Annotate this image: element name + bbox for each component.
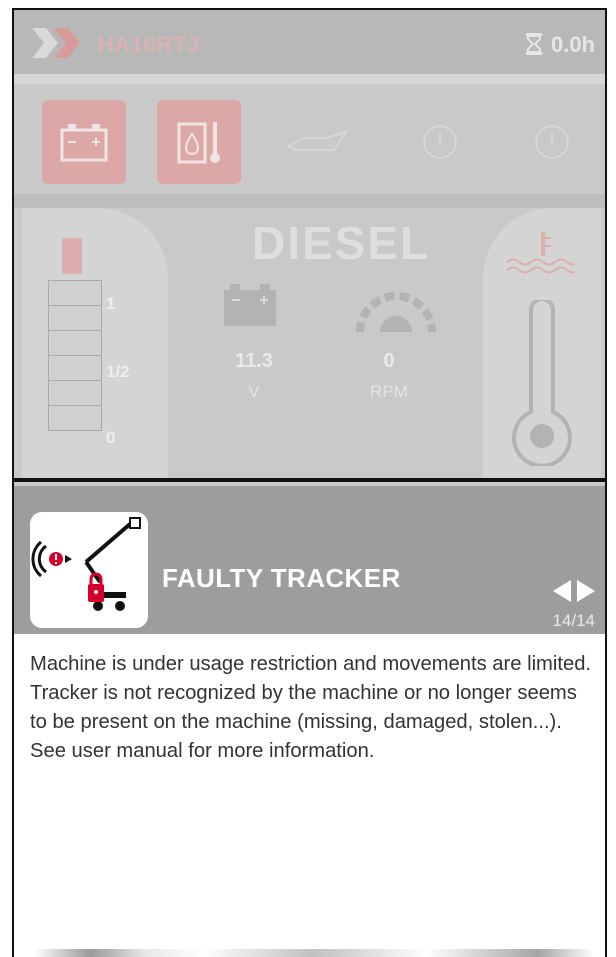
top-bar: HA16RTJ 0.0h xyxy=(14,10,605,74)
alert-message: Machine is under usage restriction and m… xyxy=(30,653,592,762)
fuel-gauge xyxy=(48,280,102,442)
brake-warning-indicator xyxy=(398,100,482,184)
alert-pager: 14/14 xyxy=(525,580,595,631)
indicator-divider xyxy=(14,194,605,208)
brake-warning-icon xyxy=(423,125,457,159)
fuel-type-label: DIESEL xyxy=(252,217,431,269)
machine-id: HA16RTJ xyxy=(98,32,200,57)
battery-voltage-unit: V xyxy=(248,382,260,401)
coolant-temperature-icon xyxy=(506,232,575,274)
thermometer-icon xyxy=(512,300,572,466)
fuel-gauge-empty-label: 0 xyxy=(106,428,116,447)
bottom-edge xyxy=(34,949,594,957)
next-alert-arrow-icon[interactable] xyxy=(577,580,595,602)
top-divider xyxy=(14,74,605,84)
alert-header: FAULTY TRACKER 14/14 xyxy=(14,486,605,634)
hydraulic-oil-temperature-icon xyxy=(177,122,220,164)
battery-icon xyxy=(224,284,276,326)
alert-warning-indicator xyxy=(510,100,594,184)
display-frame: HA16RTJ 0.0h 1 1/2 0 DIESEL 11.3 V 0 RPM… xyxy=(12,8,607,957)
battery-voltage-value: 11.3 xyxy=(235,350,273,372)
alert-warning-icon xyxy=(535,125,569,159)
faulty-tracker-icon xyxy=(31,517,141,611)
dashboard-alert-divider xyxy=(14,478,605,482)
fuel-gauge-half-label: 1/2 xyxy=(106,362,130,381)
hourglass-icon xyxy=(525,33,542,55)
alert-title: FAULTY TRACKER xyxy=(162,563,401,593)
battery-warning-icon xyxy=(60,124,108,162)
engine-rpm-value: 0 xyxy=(383,350,395,372)
fuel-gauge-full-label: 1 xyxy=(106,294,116,313)
alert-icon-box xyxy=(30,512,148,628)
alert-page-count: 14/14 xyxy=(552,611,595,630)
hour-meter-value: 0.0h xyxy=(550,32,595,57)
previous-alert-arrow-icon[interactable] xyxy=(553,580,571,602)
hour-meter: 0.0h xyxy=(525,32,595,58)
brand-chevron-icon xyxy=(32,28,80,58)
engine-rpm-unit: RPM xyxy=(370,382,408,401)
alert-body: Machine is under usage restriction and m… xyxy=(14,634,605,957)
hydraulic-temp-indicator xyxy=(157,100,241,184)
oil-pressure-icon xyxy=(285,130,349,151)
dashboard-background: HA16RTJ 0.0h 1 1/2 0 DIESEL 11.3 V 0 RPM xyxy=(14,10,605,485)
fuel-pump-icon xyxy=(62,238,82,274)
oil-pressure-indicator xyxy=(276,100,360,184)
tachometer-icon xyxy=(356,292,436,333)
temperature-panel xyxy=(483,208,601,478)
indicator-row xyxy=(14,90,605,194)
battery-warning-indicator xyxy=(42,100,126,184)
